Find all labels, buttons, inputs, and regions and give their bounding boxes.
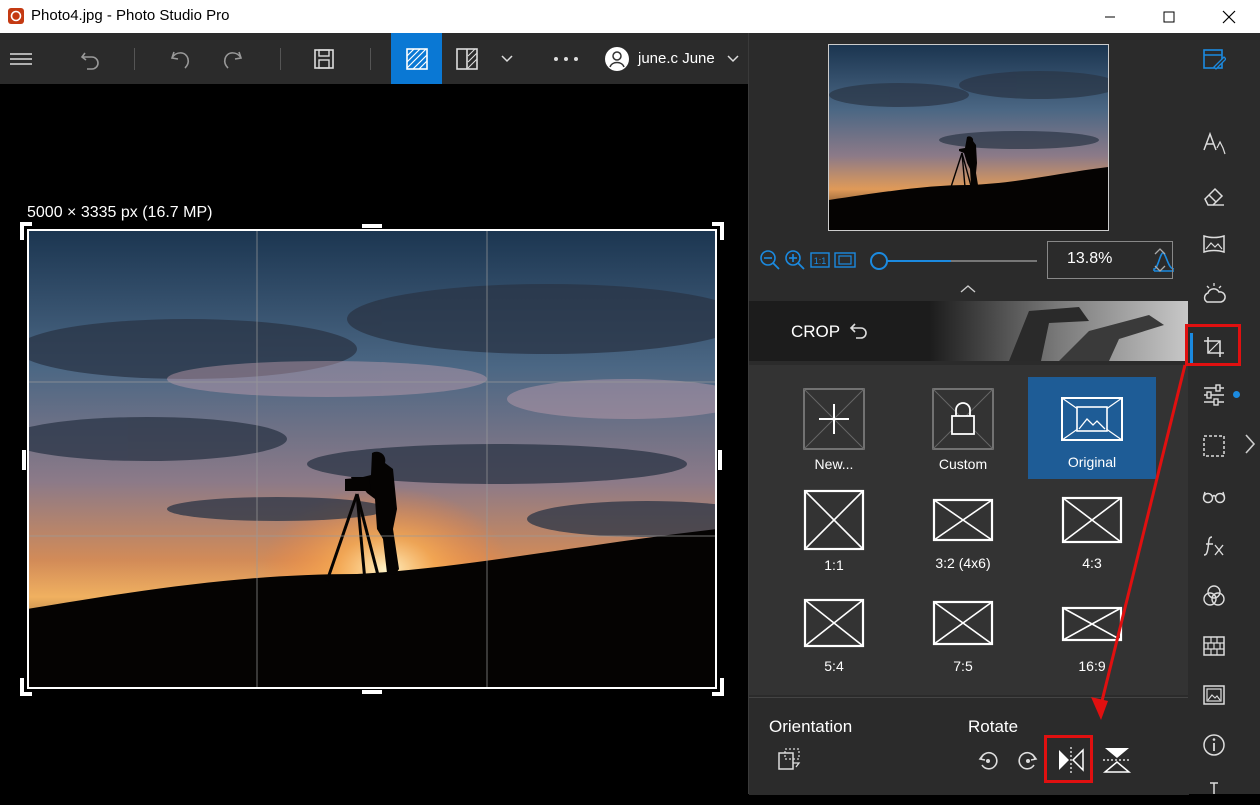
aspect-7-5-icon — [932, 600, 994, 646]
adjustments-badge — [1233, 391, 1240, 398]
save-icon — [314, 48, 334, 69]
crop-preset-label: New... — [814, 456, 854, 472]
zoom-slider[interactable] — [865, 249, 1041, 273]
navigator-thumbnail[interactable] — [828, 44, 1109, 231]
title-bar: Photo4.jpg - Photo Studio Pro — [0, 0, 1260, 33]
main-toolbar: june.c June — [0, 33, 748, 84]
chevron-down-icon — [501, 54, 513, 62]
text-icon[interactable] — [1202, 132, 1226, 156]
color-channels-icon[interactable] — [1202, 584, 1226, 608]
zoom-out-icon[interactable] — [759, 249, 781, 271]
crop-preset-7-5[interactable]: 7:5 — [899, 582, 1027, 684]
maximize-icon — [1163, 11, 1175, 22]
texture-icon[interactable] — [1202, 634, 1226, 658]
thumbnail-image — [829, 45, 1108, 230]
crop-handles[interactable] — [20, 222, 724, 696]
single-view-button[interactable] — [391, 33, 442, 84]
crop-preset-1-1[interactable]: 1:1 — [770, 478, 898, 580]
crop-banner-image — [929, 301, 1189, 361]
more-icon — [554, 56, 578, 61]
window-title: Photo4.jpg - Photo Studio Pro — [31, 7, 230, 24]
annotation-arrow — [1091, 364, 1187, 720]
crop-preset-label: 1:1 — [824, 557, 844, 573]
close-icon — [1222, 10, 1236, 23]
zoom-in-icon[interactable] — [784, 249, 806, 271]
split-view-icon — [456, 47, 478, 70]
aspect-square-icon — [803, 489, 865, 551]
lock-icon — [932, 388, 994, 450]
actual-size-icon[interactable]: 1:1 — [810, 252, 830, 268]
single-view-icon — [405, 47, 428, 70]
svg-text:1:1: 1:1 — [814, 256, 827, 266]
crop-preset-label: 7:5 — [953, 658, 973, 674]
tool-rail — [1188, 33, 1240, 794]
zoom-slider-thumb — [870, 252, 888, 270]
redo-button[interactable] — [213, 33, 253, 84]
user-account-button[interactable]: june.c June — [604, 33, 744, 84]
rotate-left-icon[interactable] — [977, 750, 999, 772]
close-button[interactable] — [1206, 0, 1252, 33]
crop-preset-label: 5:4 — [824, 658, 844, 674]
info-icon[interactable] — [1202, 733, 1226, 757]
redo-icon — [223, 51, 243, 69]
adjustments-icon[interactable] — [1202, 383, 1226, 407]
hamburger-icon — [10, 52, 32, 65]
flip-horizontal-highlight — [1044, 735, 1093, 783]
weather-icon[interactable] — [1202, 282, 1226, 306]
avatar-icon — [605, 46, 629, 71]
collapse-rail — [1240, 33, 1260, 794]
effects-fx-icon[interactable] — [1202, 534, 1226, 558]
crop-preset-label: 3:2 (4x6) — [935, 555, 991, 571]
crop-preset-5-4[interactable]: 5:4 — [770, 582, 898, 684]
chevron-right-icon[interactable] — [1243, 433, 1257, 455]
add-icon — [803, 388, 865, 450]
more-button[interactable] — [548, 33, 584, 84]
fit-to-window-icon[interactable] — [834, 252, 856, 268]
rotate-right-icon[interactable] — [1017, 750, 1039, 772]
rotate-label: Rotate — [968, 717, 1019, 736]
crop-title: CROP — [791, 322, 841, 341]
undo-icon — [170, 51, 190, 69]
compare-view-button[interactable] — [452, 33, 482, 84]
menu-button[interactable] — [0, 33, 42, 84]
crop-preset-label: Custom — [938, 456, 988, 472]
aspect-3-2-icon — [932, 498, 994, 542]
toolbar-divider — [280, 48, 281, 70]
zoom-value: 13.8% — [1067, 250, 1113, 267]
eraser-icon[interactable] — [1202, 184, 1226, 208]
zoom-stepper-icon[interactable] — [1154, 246, 1166, 274]
undo-button[interactable] — [160, 33, 200, 84]
revert-button[interactable] — [70, 33, 110, 84]
view-dropdown-button[interactable] — [496, 33, 518, 84]
flip-vertical-icon[interactable] — [1102, 745, 1132, 775]
image-dimensions-label: 5000 × 3335 px (16.7 MP) — [27, 204, 213, 221]
minimize-icon — [1105, 16, 1115, 17]
aspect-5-4-icon — [803, 598, 865, 648]
reset-crop-icon[interactable] — [849, 321, 869, 341]
selection-icon[interactable] — [1202, 434, 1226, 458]
maximize-button[interactable] — [1146, 0, 1192, 33]
crop-header: CROP — [749, 301, 1189, 361]
toolbar-divider — [370, 48, 371, 70]
crop-preset-new[interactable]: New... — [770, 377, 898, 479]
crop-preset-3-2[interactable]: 3:2 (4x6) — [899, 478, 1027, 580]
swap-orientation-icon[interactable] — [777, 747, 801, 771]
user-name: june.c June — [638, 50, 715, 67]
panorama-icon[interactable] — [1202, 232, 1226, 256]
toolbar-divider — [134, 48, 135, 70]
revert-icon — [80, 52, 99, 70]
edit-document-icon[interactable] — [1202, 47, 1226, 71]
minimize-button[interactable] — [1087, 0, 1133, 33]
glasses-icon[interactable] — [1202, 484, 1226, 508]
crop-preset-custom[interactable]: Custom — [899, 377, 1027, 479]
orientation-label: Orientation — [769, 717, 853, 736]
app-logo-icon — [8, 8, 24, 24]
save-button[interactable] — [304, 33, 344, 84]
pin-icon[interactable] — [1202, 781, 1226, 805]
zoom-input[interactable]: 13.8% — [1047, 241, 1173, 279]
chevron-down-icon — [727, 54, 739, 62]
frame-icon[interactable] — [1202, 683, 1226, 707]
collapse-navigator-icon[interactable] — [959, 284, 977, 294]
